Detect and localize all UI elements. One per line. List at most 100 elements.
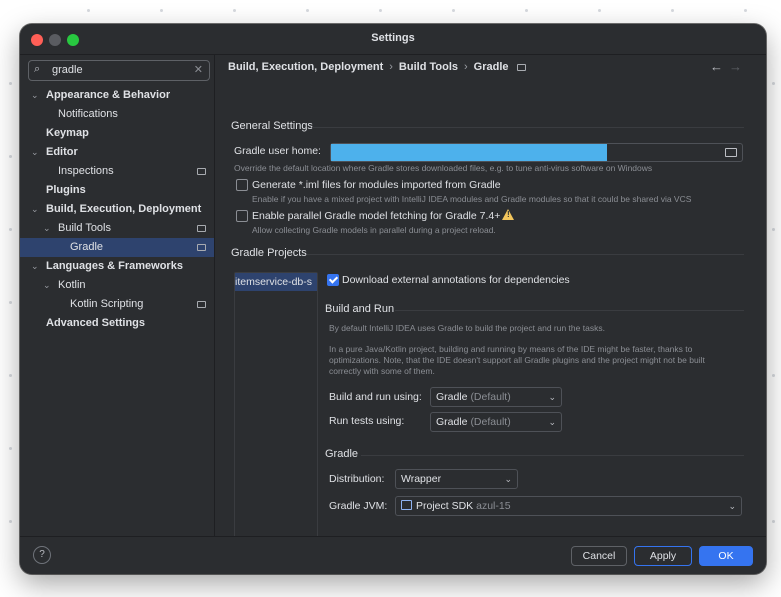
tree-item-plugins[interactable]: Plugins	[20, 181, 214, 200]
gradle-jvm-version: azul-15	[476, 500, 511, 512]
cancel-button[interactable]: Cancel	[571, 546, 627, 566]
tree-item-label: Languages & Frameworks	[46, 260, 183, 272]
build-using-value: Gradle	[436, 391, 468, 403]
tree-item-gradle[interactable]: Gradle	[20, 238, 214, 257]
dialog-footer: ? Cancel Apply OK	[20, 536, 766, 574]
tree-item-label: Gradle	[70, 241, 104, 253]
project-scope-icon	[197, 225, 206, 232]
sdk-folder-icon	[401, 500, 412, 510]
tree-item-label: Build, Execution, Deployment	[46, 203, 202, 215]
build-and-run-using-label: Build and run using:	[329, 391, 422, 403]
tree-item-label: Plugins	[46, 184, 86, 196]
parallel-fetching-hint: Allow collecting Gradle models in parall…	[252, 225, 496, 235]
tree-item-appearance-behavior[interactable]: ⌄ Appearance & Behavior	[20, 86, 214, 105]
settings-window: Settings ⌕ gradle ✕ ⌄ Appearance & Behavi…	[20, 24, 766, 574]
build-using-default: (Default)	[470, 391, 511, 403]
chevron-down-icon: ⌄	[728, 501, 736, 511]
project-item[interactable]: itemservice-db-s	[235, 273, 317, 291]
generate-iml-hint: Enable if you have a mixed project with …	[252, 194, 692, 204]
tree-item-label: Kotlin Scripting	[70, 298, 144, 310]
chevron-down-icon: ⌄	[548, 417, 556, 427]
gradle-section-title: Gradle	[325, 448, 359, 460]
gradle-user-home-hint: Override the default location where Grad…	[234, 163, 653, 173]
search-field[interactable]: ⌕ gradle ✕	[28, 60, 210, 81]
search-icon: ⌕	[34, 63, 41, 75]
tree-item-label: Build Tools	[58, 222, 111, 234]
settings-tree: ⌄ Appearance & Behavior Notifications Keyma…	[20, 86, 214, 333]
tree-item-languages-frameworks[interactable]: ⌄ Languages & Frameworks	[20, 257, 214, 276]
tree-item-label: Inspections	[58, 165, 114, 177]
project-scope-icon	[197, 244, 206, 251]
gradle-jvm-value: Project SDK	[416, 500, 474, 512]
clear-search-icon[interactable]: ✕	[194, 63, 203, 76]
apply-button[interactable]: Apply	[634, 546, 692, 566]
chevron-down-icon[interactable]: ⌄	[31, 143, 39, 162]
chevron-down-icon[interactable]: ⌄	[43, 219, 51, 238]
breadcrumb: Build, Execution, Deployment › Build Tools…	[228, 61, 526, 73]
window-title: Settings	[371, 32, 415, 44]
tree-item-label: Advanced Settings	[46, 317, 146, 329]
run-tests-using-dropdown[interactable]: Gradle (Default) ⌄	[430, 412, 562, 432]
divider	[395, 310, 744, 311]
chevron-down-icon: ⌄	[504, 474, 512, 484]
breadcrumb-item[interactable]: Build Tools	[399, 61, 458, 73]
gradle-user-home-label: Gradle user home:	[234, 145, 321, 157]
settings-content: Build, Execution, Deployment › Build Tools…	[215, 55, 766, 544]
general-settings-title: General Settings	[231, 120, 313, 132]
generate-iml-checkbox[interactable]	[236, 179, 248, 191]
gradle-user-home-field[interactable]	[330, 143, 743, 162]
forward-arrow-icon[interactable]: →	[729, 59, 742, 74]
ok-button[interactable]: OK	[699, 546, 753, 566]
tree-item-build-tools[interactable]: ⌄ Build Tools	[20, 219, 214, 238]
tree-item-label: Keymap	[46, 127, 89, 139]
back-arrow-icon[interactable]: ←	[710, 59, 723, 74]
build-and-run-using-dropdown[interactable]: Gradle (Default) ⌄	[430, 387, 562, 407]
chevron-down-icon[interactable]: ⌄	[31, 200, 39, 219]
breadcrumb-item: Gradle	[473, 61, 509, 73]
run-tests-using-label: Run tests using:	[329, 415, 405, 427]
tree-item-notifications[interactable]: Notifications	[20, 105, 214, 124]
tree-item-keymap[interactable]: Keymap	[20, 124, 214, 143]
search-input[interactable]: gradle	[52, 64, 83, 76]
tree-item-kotlin-scripting[interactable]: Kotlin Scripting	[20, 295, 214, 314]
chevron-down-icon[interactable]: ⌄	[31, 86, 39, 105]
warning-icon: !	[502, 209, 514, 220]
chevron-down-icon: ⌄	[548, 392, 556, 402]
gradle-jvm-label: Gradle JVM:	[329, 500, 388, 512]
project-scope-icon	[197, 301, 206, 308]
build-and-run-title: Build and Run	[325, 303, 395, 315]
chevron-right-icon: ›	[464, 61, 468, 73]
build-run-note: In a pure Java/Kotlin project, building …	[329, 344, 705, 376]
gradle-projects-title: Gradle Projects	[231, 247, 307, 259]
tree-item-label: Notifications	[58, 108, 118, 120]
breadcrumb-item[interactable]: Build, Execution, Deployment	[228, 61, 383, 73]
distribution-value: Wrapper	[401, 473, 442, 485]
download-annotations-checkbox[interactable]	[327, 274, 339, 286]
build-run-description: By default IntelliJ IDEA uses Gradle to …	[329, 323, 605, 333]
gradle-projects-list[interactable]: itemservice-db-s	[234, 272, 318, 544]
tests-using-value: Gradle	[436, 416, 468, 428]
divider	[361, 455, 744, 456]
tree-item-label: Kotlin	[58, 279, 86, 291]
gradle-jvm-dropdown[interactable]: Project SDK azul-15 ⌄	[395, 496, 742, 516]
download-annotations-label[interactable]: Download external annotations for depend…	[342, 274, 570, 286]
chevron-down-icon[interactable]: ⌄	[31, 257, 39, 276]
generate-iml-label[interactable]: Generate *.iml files for modules importe…	[252, 179, 501, 191]
chevron-right-icon: ›	[389, 61, 393, 73]
redacted-path-value	[331, 144, 607, 161]
tree-item-editor[interactable]: ⌄ Editor	[20, 143, 214, 162]
folder-icon[interactable]	[725, 148, 737, 157]
tree-item-build-execution-deployment[interactable]: ⌄ Build, Execution, Deployment	[20, 200, 214, 219]
parallel-fetching-label[interactable]: Enable parallel Gradle model fetching fo…	[252, 210, 500, 222]
tree-item-inspections[interactable]: Inspections	[20, 162, 214, 181]
distribution-dropdown[interactable]: Wrapper ⌄	[395, 469, 518, 489]
help-button[interactable]: ?	[33, 546, 51, 564]
tree-item-advanced-settings[interactable]: Advanced Settings	[20, 314, 214, 333]
divider	[312, 127, 744, 128]
distribution-label: Distribution:	[329, 473, 385, 485]
parallel-fetching-checkbox[interactable]	[236, 210, 248, 222]
tree-item-kotlin[interactable]: ⌄ Kotlin	[20, 276, 214, 295]
chevron-down-icon[interactable]: ⌄	[43, 276, 51, 295]
project-scope-icon	[197, 168, 206, 175]
divider	[307, 254, 744, 255]
